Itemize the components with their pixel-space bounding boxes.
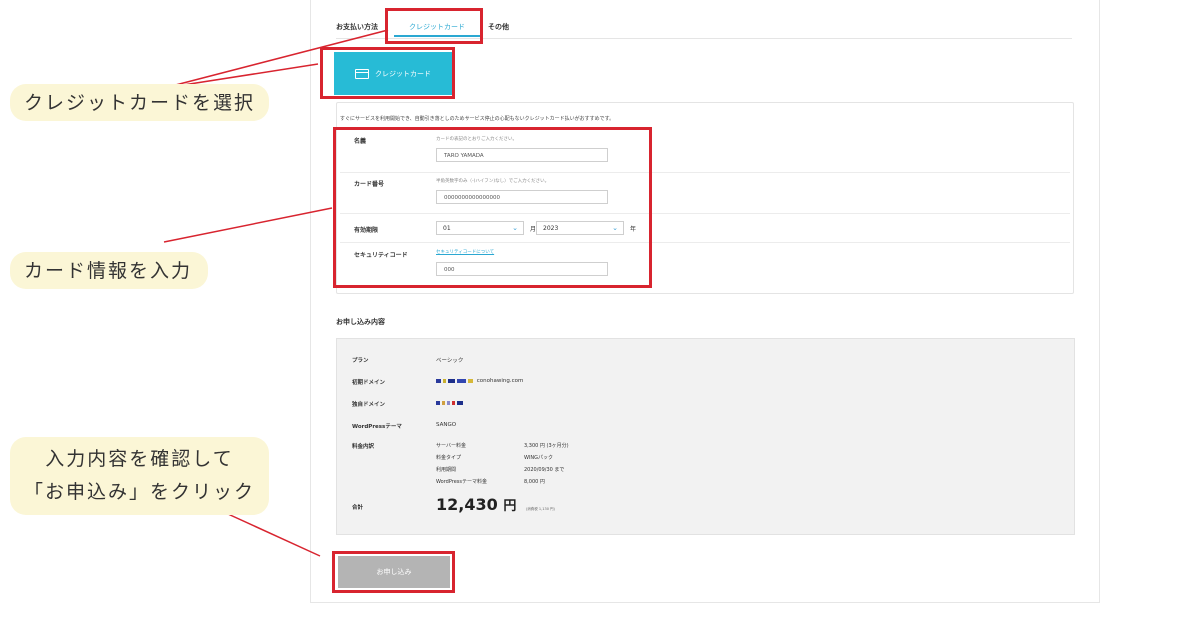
fee-value: WINGパック [524, 455, 554, 461]
total-amount: 12,430 円 (消費税 1,130 円) [436, 495, 555, 514]
initial-domain-value: conohawing.com [436, 378, 523, 384]
redacted-mark [436, 378, 477, 384]
theme-value: SANGO [436, 422, 457, 428]
fee-name: 料金タイプ [436, 455, 462, 461]
plan-label: プラン [352, 358, 369, 364]
theme-label: WordPressテーマ [352, 424, 402, 430]
card-form-description: すぐにサービスを利用開始でき、自動引き落としのためサービス停止の心配もないクレジ… [340, 116, 615, 122]
fee-value: 8,000 円 [524, 479, 545, 485]
total-tax-note: (消費税 1,130 円) [525, 507, 555, 511]
callout-enter-card: カード情報を入力 [10, 252, 209, 289]
fee-breakdown-label: 料金内訳 [352, 444, 375, 450]
fee-value: 2020/09/30 まで [524, 467, 565, 473]
callout-confirm-line2: 「お申込み」をクリック [24, 481, 256, 503]
highlight-submit-button [332, 551, 455, 593]
highlight-card-form [333, 127, 652, 288]
initial-domain-label: 初期ドメイン [352, 380, 386, 386]
fee-value: 3,300 円 (3ヶ月分) [524, 443, 569, 449]
payment-method-label: お支払い方法 [336, 23, 378, 31]
callout-confirm-submit: 入力内容を確認して 「お申込み」をクリック [10, 437, 270, 515]
tab-other[interactable]: その他 [488, 22, 509, 32]
highlight-credit-option [320, 47, 455, 99]
plan-value: ベーシック [436, 358, 464, 364]
fee-name: サーバー料金 [436, 443, 466, 449]
fee-name: WordPressテーマ料金 [436, 479, 488, 485]
own-domain-label: 独自ドメイン [352, 402, 386, 408]
total-amount-value: 12,430 [436, 495, 498, 514]
highlight-credit-tab [385, 8, 483, 44]
total-amount-unit: 円 [503, 499, 517, 514]
initial-domain-suffix: conohawing.com [476, 378, 524, 384]
leader-line [163, 207, 333, 243]
callout-confirm-line1: 入力内容を確認して [45, 448, 234, 470]
redacted-mark [436, 400, 465, 406]
leader-line [227, 513, 321, 557]
total-label: 合計 [352, 505, 364, 511]
fee-name: 利用期間 [436, 467, 457, 473]
order-summary-title: お申し込み内容 [336, 318, 385, 326]
callout-select-card: クレジットカードを選択 [10, 84, 270, 121]
